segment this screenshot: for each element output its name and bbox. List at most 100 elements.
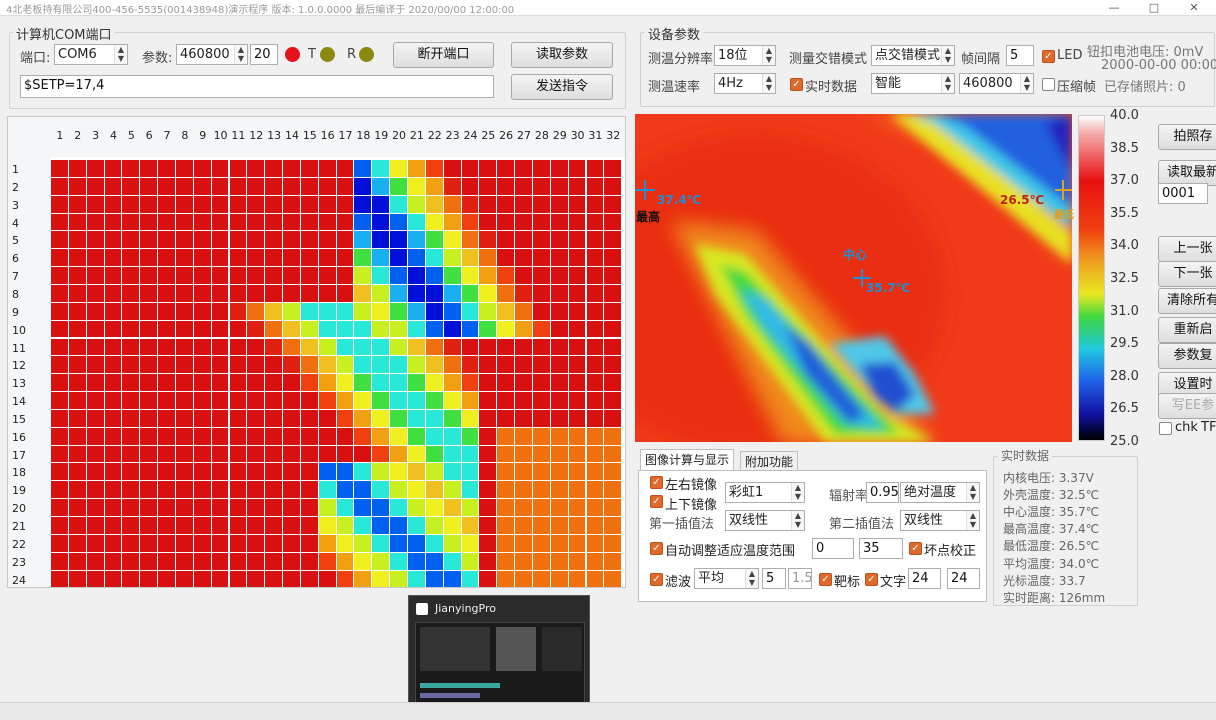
grid-cell [158,249,175,267]
grid-cell [408,320,425,338]
params-reset-button[interactable]: 参数复 [1158,343,1216,369]
led-checkbox[interactable]: ✓ [1042,50,1055,63]
grid-cell [247,392,265,409]
capture-save-button[interactable]: 拍照存 [1158,124,1216,150]
grid-cell [408,534,425,552]
smart-select[interactable]: 智能 ▲ ▼ [871,73,955,94]
grid-cell [532,195,550,213]
grid-cell [390,392,407,409]
grid-cell [390,356,407,374]
interp2-select[interactable]: 双线性 ▲ ▼ [900,510,980,531]
tab-image-calc[interactable]: 图像计算与显示 [640,449,735,470]
send-command-button[interactable]: 发送指令 [511,74,613,100]
filter-select[interactable]: 平均 ▲ ▼ [694,568,759,589]
maximize-button[interactable]: □ [1134,0,1174,16]
grid-cell [568,517,586,534]
mode-select[interactable]: 点交错模式 ▲ ▼ [871,45,955,66]
next-photo-button[interactable]: 下一张 [1158,261,1216,287]
disconnect-port-button[interactable]: 断开端口 [393,42,494,68]
filter-checkbox[interactable]: ✓ [650,573,663,586]
range-max-field[interactable]: 35 [859,538,903,559]
grid-cell [336,552,354,570]
speed-select[interactable]: 4Hz ▲ ▼ [714,73,776,94]
grid-col-header: 26 [499,129,514,142]
realtime-data-line: 内核电压: 3.37V [1003,471,1094,485]
grid-cell [68,177,86,195]
grid-cell [122,338,140,356]
text-size2-field[interactable]: 24 [947,568,980,589]
baud-select[interactable]: 460800 ▲ ▼ [959,73,1034,94]
clear-all-button[interactable]: 清除所有 [1158,288,1216,314]
grid-cell [175,445,193,463]
frame-interval-field[interactable]: 5 [1006,45,1034,66]
grid-cell [300,392,318,409]
text-checkbox[interactable]: ✓ [865,573,878,586]
grid-cell [515,284,532,302]
param-extra-field[interactable]: 20 [250,44,278,65]
palette-select[interactable]: 彩虹1 ▲ ▼ [725,482,805,503]
emissivity-field[interactable]: 0.95 [866,482,899,503]
grid-row-header: 24 [12,573,26,587]
grid-cell [175,338,193,356]
photo-index-field[interactable]: 0001 [1158,183,1208,204]
previous-photo-button[interactable]: 上一张 [1158,236,1216,262]
grid-cell [211,302,229,320]
port-select[interactable]: COM6 ▲ ▼ [54,44,128,65]
bad-pixel-checkbox[interactable]: ✓ [909,542,922,555]
grid-cell [283,231,300,249]
grid-cell [283,409,300,427]
text-size1-field[interactable]: 24 [908,568,941,589]
grid-cell [193,517,211,534]
grid-cell [408,570,425,587]
grid-cell [86,552,104,570]
temp-mode-select[interactable]: 绝对温度 ▲ ▼ [900,482,980,503]
dropdown-arrow-icon: ▲ ▼ [791,483,804,502]
grid-row-header: 17 [12,448,26,462]
filter-k-field[interactable]: 1.5 [788,568,812,589]
grid-cell [586,552,604,570]
grid-cell [604,463,622,481]
chk-checkbox[interactable] [1159,422,1172,435]
mirror-ud-checkbox[interactable]: ✓ [650,495,663,508]
grid-cell [604,445,622,463]
grid-cell [390,481,407,499]
auto-range-checkbox[interactable]: ✓ [650,542,663,555]
compress-checkbox[interactable] [1042,78,1055,91]
target-checkbox[interactable]: ✓ [819,573,832,586]
grid-col-header: 6 [145,129,153,142]
chk-label: chk [1175,420,1198,435]
minimize-button[interactable]: — [1094,0,1134,16]
grid-cell [425,374,443,392]
grid-cell [265,409,283,427]
grid-cell [247,445,265,463]
grid-cell [568,338,586,356]
thermal-image[interactable] [635,114,1072,442]
realtime-checkbox[interactable]: ✓ [790,78,803,91]
write-ee-button[interactable]: 写EE参 [1158,393,1216,419]
grid-cell [515,552,532,570]
range-min-field[interactable]: 0 [812,538,854,559]
tab-extra-functions[interactable]: 附加功能 [740,451,799,472]
grid-cell [354,320,372,338]
grid-cell [425,320,443,338]
grid-cell [568,284,586,302]
grid-cell [408,338,425,356]
grid-cell [461,445,479,463]
restart-button[interactable]: 重新启 [1158,317,1216,343]
interp1-select[interactable]: 双线性 ▲ ▼ [725,510,805,531]
grid-cell [318,445,336,463]
preview-timeline-track-2 [420,693,480,698]
mirror-lr-checkbox[interactable]: ✓ [650,476,663,489]
param-select[interactable]: 460800 ▲ ▼ [176,44,248,65]
close-button[interactable]: ✕ [1174,0,1214,16]
resolution-select[interactable]: 18位 ▲ ▼ [714,45,776,66]
grid-row-header: 2 [12,180,19,194]
grid-cell [586,195,604,213]
command-input[interactable]: $SETP=17,4 [20,75,494,98]
grid-cell [86,160,104,177]
grid-cell [604,320,622,338]
grid-cell [300,517,318,534]
grid-cell [318,249,336,267]
read-params-button[interactable]: 读取参数 [511,42,613,68]
filter-n-field[interactable]: 5 [762,568,786,589]
